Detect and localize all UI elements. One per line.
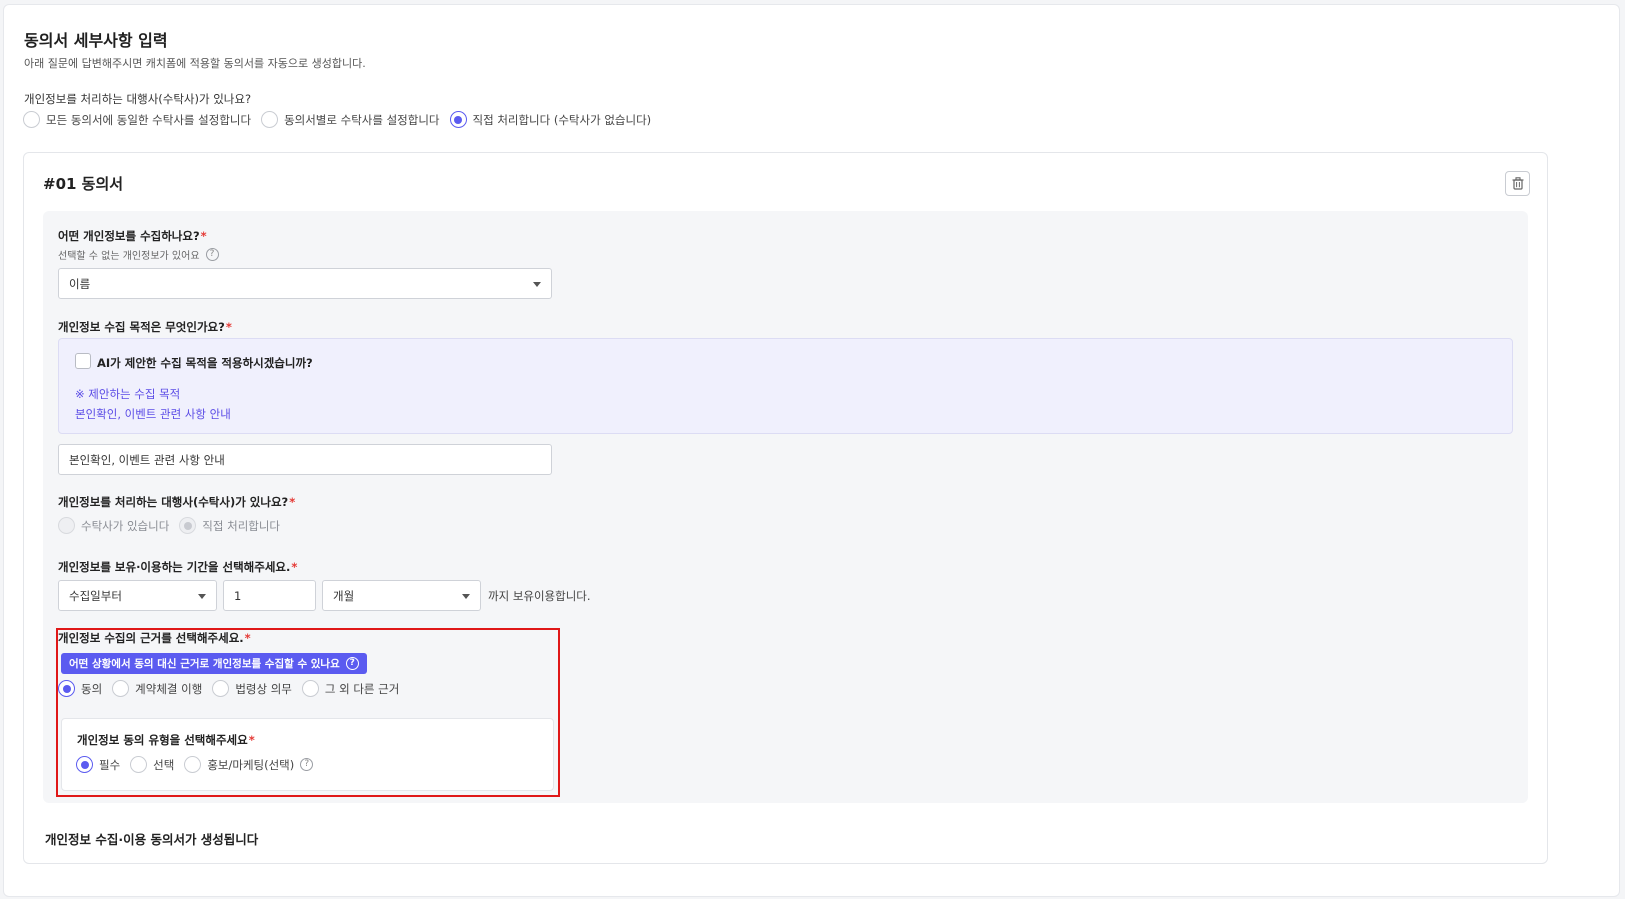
radio-label: 동의서별로 수탁사를 설정합니다 xyxy=(284,112,440,127)
radio-label: 직접 처리합니다 xyxy=(202,518,281,533)
ai-suggestion-heading: ※ 제안하는 수집 목적 xyxy=(75,387,181,401)
highlight-box xyxy=(56,628,560,797)
ai-apply-label: AI가 제안한 수집 목적을 적용하시겠습니까? xyxy=(97,356,313,370)
radio-label: 수탁사가 있습니다 xyxy=(81,518,170,533)
ai-suggestion-text: 본인확인, 이벤트 관련 사항 안내 xyxy=(75,407,231,421)
generated-notice: 개인정보 수집·이용 동의서가 생성됩니다 xyxy=(45,832,259,847)
consent-card-title: #01 동의서 xyxy=(43,175,124,193)
radio-circle[interactable] xyxy=(179,517,197,534)
radio-per-consent-agency[interactable]: 동의서별로 수탁사를 설정합니다 xyxy=(261,111,440,128)
purpose-input[interactable]: 본인확인, 이벤트 관련 사항 안내 xyxy=(58,444,552,475)
purpose-label: 개인정보 수집 목적은 무엇인가요?* xyxy=(58,320,232,334)
caret-down-icon xyxy=(533,282,541,287)
radio-circle[interactable] xyxy=(23,111,40,128)
retention-label: 개인정보를 보유·이용하는 기간을 선택해주세요.* xyxy=(58,560,298,574)
ai-suggestion-box: AI가 제안한 수집 목적을 적용하시겠습니까? ※ 제안하는 수집 목적 본인… xyxy=(58,338,1513,434)
radio-same-agency[interactable]: 모든 동의서에 동일한 수탁사를 설정합니다 xyxy=(23,111,251,128)
retention-amount-input[interactable]: 1 xyxy=(223,580,316,611)
consent-detail-page: 동의서 세부사항 입력 아래 질문에 답변해주시면 캐치폼에 적용할 동의서를 … xyxy=(3,4,1620,897)
radio-circle[interactable] xyxy=(261,111,279,128)
radio-direct[interactable]: 직접 처리합니다 xyxy=(179,517,280,534)
radio-label: 모든 동의서에 동일한 수탁사를 설정합니다 xyxy=(46,112,252,127)
page-title: 동의서 세부사항 입력 xyxy=(24,31,168,50)
retention-suffix: 까지 보유이용합니다. xyxy=(488,589,591,603)
radio-direct-processing[interactable]: 직접 처리합니다 (수탁사가 없습니다) xyxy=(449,111,652,128)
question-circle-icon[interactable]: ? xyxy=(205,248,219,261)
radio-circle[interactable] xyxy=(449,111,467,128)
radio-label: 직접 처리합니다 (수탁사가 없습니다) xyxy=(472,112,652,127)
radio-circle[interactable] xyxy=(58,517,75,534)
top-agency-question: 개인정보를 처리하는 대행사(수탁사)가 있나요? xyxy=(24,92,252,106)
retention-unit-select[interactable]: 개월 xyxy=(322,580,481,611)
retention-from-select[interactable]: 수집일부터 xyxy=(58,580,217,611)
page-subtitle: 아래 질문에 답변해주시면 캐치폼에 적용할 동의서를 자동으로 생성합니다. xyxy=(24,57,366,70)
trash-icon xyxy=(1512,177,1523,190)
top-agency-options: 모든 동의서에 동일한 수탁사를 설정합니다 동의서별로 수탁사를 설정합니다 … xyxy=(23,111,661,128)
ai-apply-checkbox[interactable] xyxy=(75,353,91,369)
agency-label: 개인정보를 처리하는 대행사(수탁사)가 있나요?* xyxy=(58,495,296,509)
collect-select[interactable]: 이름 xyxy=(58,268,552,299)
radio-has-agency[interactable]: 수탁사가 있습니다 xyxy=(58,517,169,534)
caret-down-icon xyxy=(198,594,206,599)
agency-options: 수탁사가 있습니다 직접 처리합니다 xyxy=(58,517,290,534)
delete-consent-button[interactable] xyxy=(1505,171,1530,196)
collect-hint: 선택할 수 없는 개인정보가 있어요 ? xyxy=(58,247,219,262)
caret-down-icon xyxy=(462,594,470,599)
collect-label: 어떤 개인정보를 수집하나요?* xyxy=(58,229,207,243)
